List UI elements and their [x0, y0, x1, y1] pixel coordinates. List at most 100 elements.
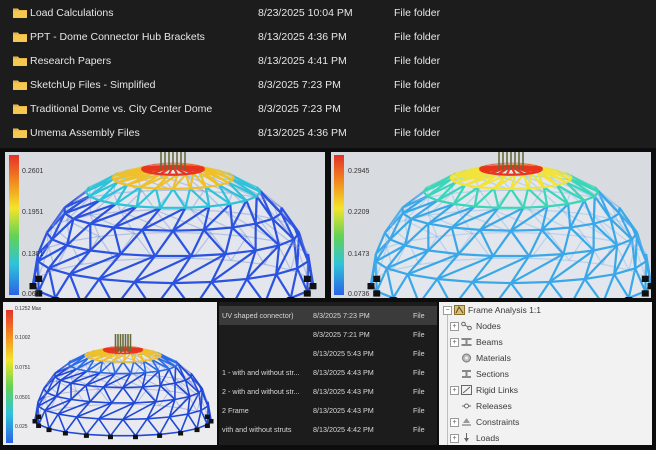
- dome-strut: [510, 228, 542, 232]
- support-block: [641, 275, 649, 282]
- folder-icon: [13, 8, 27, 18]
- dome-strut: [140, 186, 156, 190]
- fea-stress-view-small: 0.1252 Max 0.1002 0.0751 0.0501 0.025: [3, 302, 217, 445]
- dome-strut: [130, 371, 146, 375]
- beams-icon: [461, 338, 472, 346]
- folder-type: File folder: [394, 55, 441, 67]
- tree-item-releases[interactable]: Releases: [450, 400, 645, 414]
- support-block: [62, 431, 68, 436]
- tree-item-label: Sections: [476, 369, 509, 379]
- support-block: [178, 431, 184, 436]
- dome-frame-model: [29, 152, 317, 298]
- tree-item-rigid-links[interactable]: + Rigid Links: [450, 384, 645, 398]
- file-date: 8/13/2025 4:42 PM: [313, 425, 374, 434]
- file-name: 1 - with and without str...: [222, 368, 300, 377]
- legend-value: 0.025: [15, 424, 28, 430]
- legend-value: 0.0751: [15, 365, 31, 371]
- dome-strut: [141, 348, 144, 351]
- folder-name: Research Papers: [30, 55, 112, 67]
- folder-date: 8/23/2025 10:04 PM: [258, 7, 353, 19]
- file-row[interactable]: UV shaped connector) 8/3/2025 7:23 PM Fi…: [219, 306, 437, 325]
- frame-analysis-browser: − Frame Analysis 1:1 + Nodes + Beams Mat…: [439, 302, 652, 445]
- tree-item-materials[interactable]: Materials: [450, 352, 645, 366]
- folder-type: File folder: [394, 7, 441, 19]
- fea-stress-view-left: 0.2601 0.1951 0.1301 0.065: [5, 152, 325, 298]
- dome-strut: [100, 371, 116, 375]
- dome-strut: [480, 228, 512, 232]
- expand-icon[interactable]: +: [450, 434, 459, 443]
- tree-item-constraints[interactable]: + Constraints: [450, 416, 645, 430]
- tree-item-label: Materials: [476, 353, 511, 363]
- file-row[interactable]: 2 - with and without str... 8/13/2025 4:…: [219, 382, 437, 401]
- legend-value: 0.0736: [348, 291, 370, 298]
- file-type: File: [413, 368, 425, 377]
- file-row[interactable]: 2 Frame 8/13/2025 4:43 PM File: [219, 401, 437, 420]
- file-explorer-list: Load Calculations 8/23/2025 10:04 PM Fil…: [0, 0, 656, 148]
- folder-name: Traditional Dome vs. City Center Dome: [30, 103, 213, 115]
- file-date: 8/3/2025 7:21 PM: [313, 330, 370, 339]
- file-type: File: [413, 425, 425, 434]
- tree-item-label: Nodes: [476, 321, 501, 331]
- support-block: [204, 423, 210, 428]
- legend-value: 0.1252 Max: [15, 306, 42, 312]
- folder-row[interactable]: PPT - Dome Connector Hub Brackets 8/13/2…: [0, 25, 656, 49]
- folder-type: File folder: [394, 79, 441, 91]
- folder-icon: [13, 128, 27, 138]
- folder-name: PPT - Dome Connector Hub Brackets: [30, 31, 205, 43]
- folder-type: File folder: [394, 31, 441, 43]
- folder-row[interactable]: SketchUp Files - Simplified 8/3/2025 7:2…: [0, 73, 656, 97]
- legend-value: 0.2209: [348, 209, 370, 216]
- dome-frame-model: [367, 152, 651, 298]
- support-block: [373, 290, 381, 297]
- folder-row[interactable]: Research Papers 8/13/2025 4:41 PM File f…: [0, 49, 656, 73]
- tree-item-beams[interactable]: + Beams: [450, 336, 645, 350]
- expand-icon[interactable]: +: [450, 386, 459, 395]
- tree-item-label: Loads: [476, 433, 500, 443]
- collapse-icon[interactable]: −: [443, 306, 452, 315]
- dome-strut: [136, 205, 161, 209]
- support-block: [208, 419, 214, 424]
- support-block: [36, 414, 42, 419]
- folder-row[interactable]: Umema Assembly Files 8/13/2025 4:36 PM F…: [0, 121, 656, 145]
- tree-item-sections[interactable]: Sections: [450, 368, 645, 382]
- loads-icon: [464, 433, 469, 442]
- support-block: [51, 297, 59, 298]
- dome-strut: [122, 418, 148, 421]
- file-row[interactable]: 8/13/2025 5:43 PM File: [219, 344, 437, 363]
- folder-row[interactable]: Traditional Dome vs. City Center Dome 8/…: [0, 97, 656, 121]
- file-row[interactable]: 1 - with and without str... 8/13/2025 4:…: [219, 363, 437, 382]
- constraints-icon: [462, 418, 471, 426]
- folder-date: 8/13/2025 4:36 PM: [258, 31, 347, 43]
- dome-strut: [134, 280, 174, 285]
- folder-date: 8/3/2025 7:23 PM: [258, 79, 341, 91]
- stress-legend-bar: [6, 310, 13, 443]
- expand-icon[interactable]: +: [450, 338, 459, 347]
- dome-strut: [474, 205, 499, 209]
- rigid-links-icon: [461, 385, 472, 395]
- support-block: [46, 427, 52, 433]
- dome-strut: [254, 196, 258, 224]
- folder-date: 8/13/2025 4:36 PM: [258, 127, 347, 139]
- tree-item-label: Releases: [476, 401, 512, 411]
- tree-item-loads[interactable]: + Loads: [450, 432, 645, 446]
- tree-item-nodes[interactable]: + Nodes: [450, 320, 645, 334]
- file-row[interactable]: vith and without struts 8/13/2025 4:42 P…: [219, 420, 437, 439]
- frame-analysis-icon: [454, 305, 465, 315]
- fea-stress-view-right: 0.2945 0.2209 0.1473 0.0736: [331, 152, 651, 298]
- dome-strut: [472, 280, 512, 285]
- dome-strut: [523, 205, 548, 209]
- support-block: [204, 414, 210, 419]
- tree-root-frame-analysis[interactable]: − Frame Analysis 1:1: [443, 304, 648, 318]
- support-block: [625, 297, 633, 298]
- expand-icon[interactable]: +: [450, 322, 459, 331]
- folder-row[interactable]: Load Calculations 8/23/2025 10:04 PM Fil…: [0, 1, 656, 25]
- file-name: vith and without struts: [222, 425, 292, 434]
- support-block: [35, 275, 43, 282]
- support-block: [32, 419, 38, 424]
- support-block: [389, 297, 397, 298]
- file-row[interactable]: 8/3/2025 7:21 PM File: [219, 325, 437, 344]
- file-name: UV shaped connector): [222, 311, 294, 320]
- legend-value: 0.1002: [15, 335, 31, 341]
- stress-legend-bar: [334, 155, 344, 295]
- expand-icon[interactable]: +: [450, 418, 459, 427]
